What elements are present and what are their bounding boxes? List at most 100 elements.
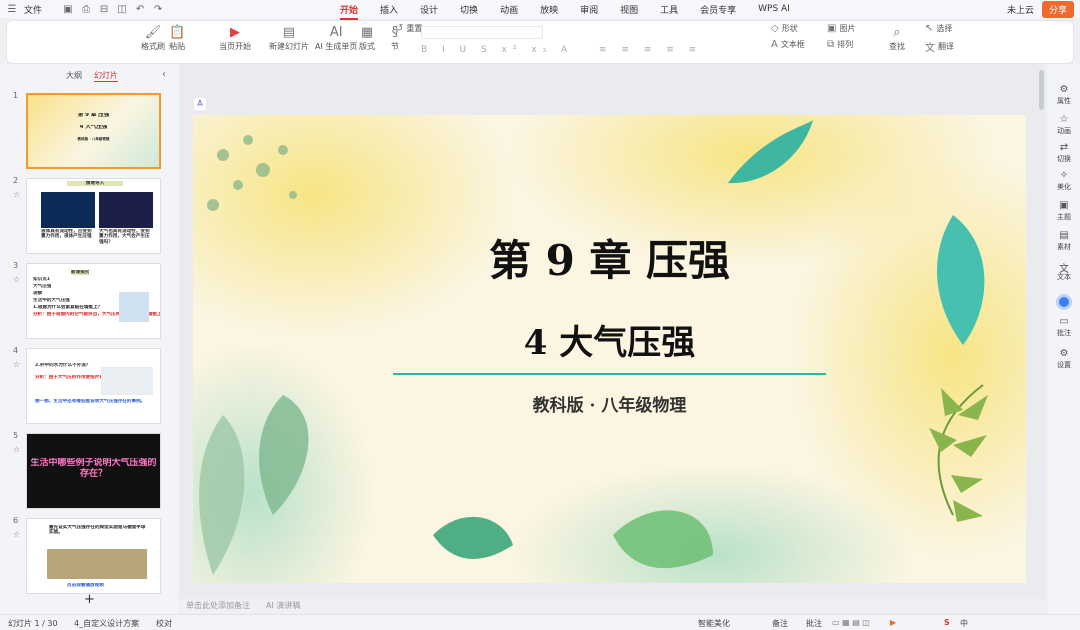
slide-thumbnail[interactable]: 2.杯中的水为什么不外流？分析：由于大气压的作用使纸片被压住不掉落点击播放视频想…	[26, 348, 161, 424]
reset-button[interactable]: ↺ 重置	[395, 23, 422, 34]
file-menu[interactable]: 文件	[24, 3, 42, 16]
pane-label: 文本	[1057, 273, 1071, 281]
redo-icon[interactable]: ↷	[152, 3, 164, 15]
reset-icon: ↺	[395, 23, 404, 34]
play-button[interactable]: ▶ 当页开始	[219, 24, 251, 52]
assistant-icon[interactable]	[1056, 294, 1072, 310]
slide-star-icon[interactable]: ☆	[13, 275, 20, 284]
tab-3[interactable]: 切换	[460, 3, 478, 16]
thumbnail-text: 4 大气压强	[79, 125, 108, 130]
ai-badge-icon[interactable]: A	[194, 98, 206, 110]
thumbnail-text: 1.吸盘为什么会紧紧贴在墙壁上？	[33, 305, 103, 310]
shape-button[interactable]: ◇ 形状	[771, 23, 798, 34]
tab-8[interactable]: 工具	[660, 3, 678, 16]
tab-5[interactable]: 放映	[540, 3, 558, 16]
search-button[interactable]: ⌕ 查找	[889, 24, 905, 52]
translate-icon: 文	[925, 43, 935, 54]
current-slide[interactable]: 第 9 章 压强 4 大气压强 教科版 · 八年级物理	[193, 115, 1026, 583]
export-icon[interactable]: ⎙	[80, 3, 92, 15]
ribbon-label: 翻译	[938, 42, 954, 51]
format-painter-button[interactable]: 🖌 格式刷	[141, 24, 165, 52]
pane-animation[interactable]: ☆ 动画	[1048, 114, 1080, 136]
save-icon[interactable]: ▣	[62, 3, 74, 15]
comments-toggle[interactable]: 批注	[806, 618, 822, 629]
slide-star-icon[interactable]: ☆	[13, 445, 20, 454]
tab-1[interactable]: 插入	[380, 3, 398, 16]
pane-property[interactable]: ⚙ 属性	[1048, 84, 1080, 106]
slide-thumbnail[interactable]: 情境导入 液体具有流动性，且受到重力作用，液体产生压强 大气也具有流动性，受到重力作…	[26, 178, 161, 254]
arrange-icon: ⧉	[827, 39, 835, 50]
ribbon-label: 文本框	[780, 40, 805, 49]
view-normal-icon[interactable]: ▭ ▦ ▤ ◫	[832, 618, 870, 627]
tab-0[interactable]: 开始	[340, 3, 359, 20]
tab-slides[interactable]: 幻灯片	[94, 70, 118, 82]
notes-toggle[interactable]: 备注	[772, 618, 788, 629]
pane-transition[interactable]: ⇄ 切换	[1048, 142, 1080, 164]
slide-thumbnail[interactable]: 第 9 章 压强 4 大气压强 教科版 · 八年级物理	[26, 93, 161, 169]
layout-button[interactable]: ▦ 版式	[359, 24, 375, 52]
slide-thumbnail[interactable]: 最先证实大气压强存在的典型实验是马德堡半球实验。 点击观看播放视频	[26, 518, 161, 594]
ai-button[interactable]: AI AI 生成单页	[315, 24, 357, 52]
pane-label: 动画	[1057, 127, 1071, 135]
new-slide-button[interactable]: ▤ 新建幻灯片	[269, 24, 309, 52]
preview-icon[interactable]: ◫	[116, 3, 128, 15]
picture-button[interactable]: ▣ 图片	[827, 23, 855, 34]
cloud-status[interactable]: 未上云	[1007, 3, 1034, 16]
slide-subtitle[interactable]: 4 大气压强	[193, 315, 1026, 364]
add-slide-button[interactable]: +	[84, 592, 95, 607]
canvas-scrollbar[interactable]	[1039, 70, 1044, 110]
slide-thumbnail[interactable]: 新课探究 知识点1 大气压强 观察 生活中的大气压强 1.吸盘为什么会紧紧贴在墙壁上？ 分析…	[26, 263, 161, 339]
tab-7[interactable]: 视图	[620, 3, 638, 16]
tab-6[interactable]: 审阅	[580, 3, 598, 16]
pane-label: 美化	[1057, 183, 1071, 191]
ai-speech-button[interactable]: AI 演讲稿	[266, 600, 300, 614]
share-button[interactable]: 分享	[1041, 1, 1074, 18]
ribbon-label: 重置	[406, 24, 423, 33]
thumbnail-text: 知识点1	[33, 277, 50, 282]
font-format-icons[interactable]: B I U S x² x₂ A	[421, 45, 573, 55]
play-slideshow-icon[interactable]: ▶	[890, 618, 896, 627]
thumbnail-image	[101, 367, 153, 395]
paste-button[interactable]: 📋 粘贴	[169, 24, 185, 52]
pane-label: 属性	[1057, 97, 1071, 105]
thumbnail-image	[47, 549, 147, 579]
property-icon: ⚙	[1059, 84, 1069, 95]
paragraph-align-icons[interactable]: ≡ ≡ ≡ ≡ ≡	[599, 45, 702, 55]
tab-9[interactable]: 会员专享	[700, 3, 736, 16]
ime-icon[interactable]: S	[944, 618, 950, 627]
slide-star-icon[interactable]: ☆	[13, 360, 20, 369]
tab-10[interactable]: WPS AI	[758, 4, 790, 14]
notes-placeholder[interactable]: 单击此处添加备注	[186, 600, 250, 614]
thumbnail-image	[41, 192, 95, 228]
tab-4[interactable]: 动画	[500, 3, 518, 16]
print-icon[interactable]: ⊟	[98, 3, 110, 15]
smart-beautify-button[interactable]: 智能美化	[698, 618, 730, 629]
translate-button[interactable]: 文翻译	[925, 39, 954, 54]
slide-title[interactable]: 第 9 章 压强	[193, 227, 1026, 288]
collapse-panel-icon[interactable]: ‹	[162, 69, 166, 80]
ribbon-label: 节	[391, 42, 399, 51]
slide-caption[interactable]: 教科版 · 八年级物理	[193, 391, 1026, 416]
slide-thumbnail[interactable]: 生活中哪些例子说明大气压强的存在？	[26, 433, 161, 509]
font-name-select[interactable]	[421, 26, 543, 39]
thumbnail-text: 生活中哪些例子说明大气压强的存在？	[30, 458, 157, 479]
pane-text[interactable]: 文文本	[1048, 260, 1080, 282]
arrange-button[interactable]: ⧉ 排列	[827, 39, 853, 50]
menu-icon[interactable]: ☰	[6, 3, 18, 15]
pane-material[interactable]: ▤ 素材	[1048, 230, 1080, 252]
pane-comment[interactable]: ▭ 批注	[1048, 316, 1080, 338]
undo-icon[interactable]: ↶	[134, 3, 146, 15]
select-button[interactable]: ↖ 选择	[925, 23, 952, 34]
tab-outline[interactable]: 大纲	[66, 70, 82, 82]
slide-star-icon[interactable]: ☆	[13, 530, 20, 539]
textbox-button[interactable]: A 文本框	[771, 39, 805, 50]
tab-2[interactable]: 设计	[420, 3, 438, 16]
ime-mode[interactable]: 中	[960, 618, 968, 629]
ribbon-label: 当页开始	[219, 42, 251, 51]
pane-theme[interactable]: ▣ 主题	[1048, 200, 1080, 222]
slide-star-icon[interactable]: ☆	[13, 190, 20, 199]
theme-name[interactable]: 4_自定义设计方案	[74, 618, 139, 629]
pane-beautify[interactable]: ✧ 美化	[1048, 170, 1080, 192]
settings-button[interactable]: ⚙ 设置	[1048, 348, 1080, 370]
proofread-button[interactable]: 校对	[156, 618, 172, 629]
